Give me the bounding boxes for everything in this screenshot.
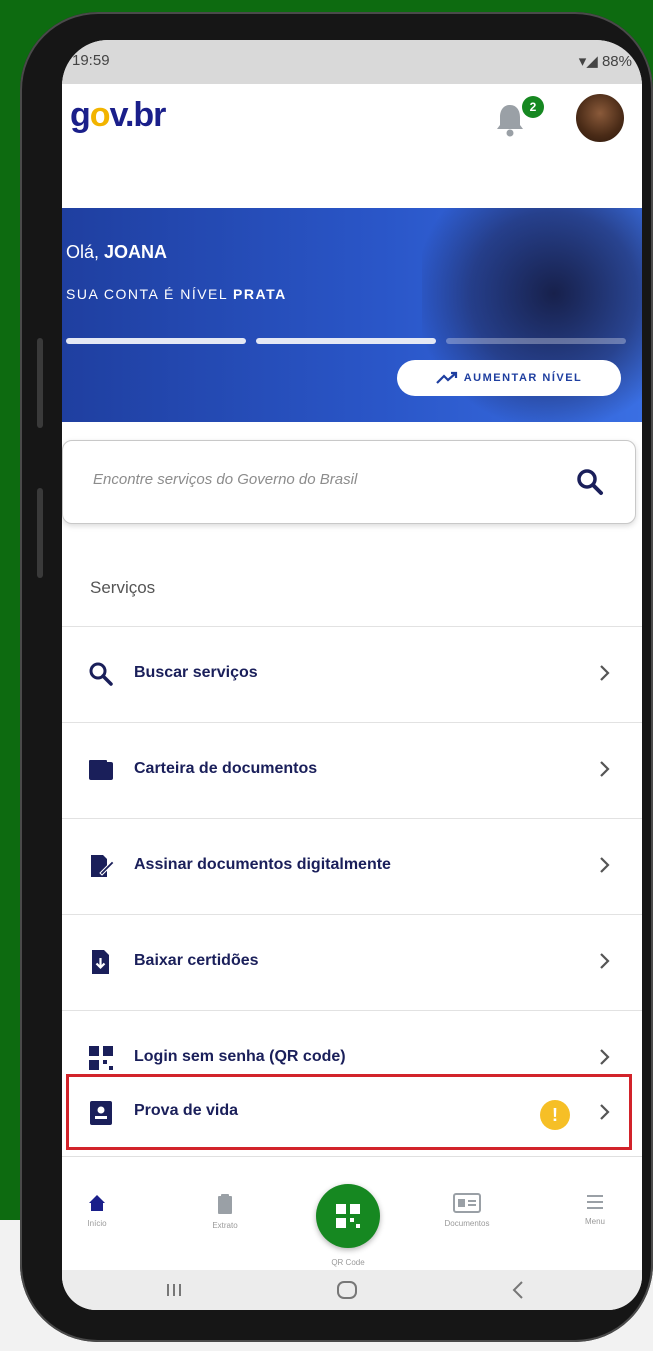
chevron-right-icon xyxy=(600,953,610,969)
service-row-buscar[interactable]: Buscar serviços xyxy=(62,626,642,723)
status-time: 19:59 xyxy=(72,52,110,69)
upgrade-level-button[interactable]: AUMENTAR NÍVEL xyxy=(397,360,621,396)
search-icon xyxy=(89,662,113,686)
nav-item-inicio[interactable]: Início xyxy=(62,1193,132,1228)
nav-item-menu[interactable]: Menu xyxy=(560,1193,630,1226)
level-bar-segment-1 xyxy=(66,338,246,344)
user-name: JOANA xyxy=(104,242,168,262)
service-row-assinar[interactable]: Assinar documentos digitalmente xyxy=(62,818,642,915)
chevron-right-icon xyxy=(600,761,610,777)
clipboard-icon xyxy=(218,1194,232,1214)
highlight-box xyxy=(66,1074,632,1150)
notification-badge: 2 xyxy=(522,96,544,118)
trending-up-icon xyxy=(435,371,457,384)
level-name: PRATA xyxy=(233,286,287,302)
nav-item-extrato[interactable]: Extrato xyxy=(190,1193,260,1230)
qr-code-icon xyxy=(89,1046,113,1070)
id-card-icon xyxy=(453,1193,481,1213)
service-label: Assinar documentos digitalmente xyxy=(134,856,391,873)
home-button-icon[interactable] xyxy=(336,1280,358,1300)
menu-icon xyxy=(587,1195,603,1209)
back-icon[interactable] xyxy=(510,1280,526,1300)
avatar[interactable] xyxy=(574,92,626,144)
service-label: Carteira de documentos xyxy=(134,760,318,777)
chevron-right-icon xyxy=(600,857,610,873)
volume-button xyxy=(37,338,43,428)
service-label: Baixar certidões xyxy=(134,952,259,969)
govbr-logo[interactable]: gov.br xyxy=(70,96,166,135)
qr-code-label: QR Code xyxy=(331,1258,365,1267)
wallet-icon xyxy=(89,760,113,780)
account-level: SUA CONTA É NÍVEL PRATA xyxy=(66,286,287,302)
service-label: Login sem senha (QR code) xyxy=(134,1048,346,1065)
chevron-right-icon xyxy=(600,1049,610,1065)
chevron-right-icon xyxy=(600,665,610,681)
service-label: Buscar serviços xyxy=(134,664,258,681)
recent-apps-icon[interactable] xyxy=(164,1282,184,1298)
phone-screen: 19:59 ▾◢ 88% gov.br 2 Olá, JOANA SUA CON… xyxy=(62,40,642,1310)
service-row-certidoes[interactable]: Baixar certidões xyxy=(62,914,642,1011)
service-row-carteira[interactable]: Carteira de documentos xyxy=(62,722,642,819)
status-bar: 19:59 ▾◢ 88% xyxy=(62,40,642,84)
power-button xyxy=(37,488,43,578)
level-bar-segment-3 xyxy=(446,338,626,344)
search-bar[interactable]: Encontre serviços do Governo do Brasil xyxy=(62,440,636,524)
home-icon xyxy=(89,1195,105,1211)
level-bar-segment-2 xyxy=(256,338,436,344)
qr-code-icon xyxy=(336,1204,360,1228)
hero-banner: Olá, JOANA SUA CONTA É NÍVEL PRATA AUMEN… xyxy=(62,208,642,422)
greeting: Olá, JOANA xyxy=(66,242,168,262)
nav-item-documentos[interactable]: Documentos xyxy=(432,1193,502,1228)
search-input[interactable]: Encontre serviços do Governo do Brasil xyxy=(93,471,357,488)
qr-code-button[interactable] xyxy=(316,1184,380,1248)
android-nav-bar xyxy=(62,1270,642,1310)
signal-icon: ▾◢ xyxy=(578,53,602,70)
services-title: Serviços xyxy=(90,578,156,597)
signature-icon xyxy=(91,855,114,877)
search-icon[interactable] xyxy=(575,467,605,497)
status-indicators: ▾◢ 88% xyxy=(579,52,632,70)
download-document-icon xyxy=(92,950,109,974)
battery-percent: 88% xyxy=(601,53,632,70)
